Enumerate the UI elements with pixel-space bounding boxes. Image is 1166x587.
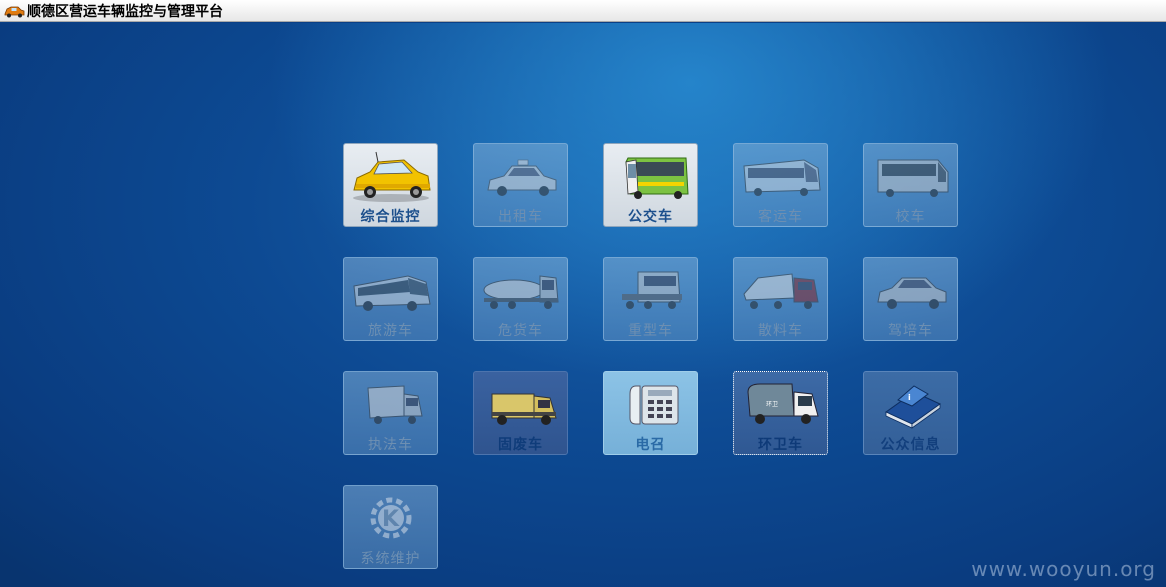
yellow-car-icon: [352, 151, 431, 202]
watermark: www.wooyun.org: [971, 557, 1156, 581]
tile-hazardous-cargo[interactable]: 危货车: [473, 257, 568, 341]
tile-system-maintenance[interactable]: K 系统维护: [343, 485, 438, 569]
school-bus-icon: [877, 159, 948, 197]
window-title: 顺德区营运车辆监控与管理平台: [27, 3, 223, 20]
tile-label: 旅游车: [368, 323, 413, 339]
tile-label: 环卫车: [758, 437, 803, 453]
tile-label: 出租车: [498, 209, 543, 225]
tile-label: 危货车: [498, 323, 543, 339]
tile-tour-bus[interactable]: 旅游车: [343, 257, 438, 341]
tile-bus[interactable]: 公交车: [603, 143, 698, 227]
tile-sanitation[interactable]: 环卫 环卫车: [733, 371, 828, 455]
tile-comprehensive-monitor[interactable]: 综合监控: [343, 143, 438, 227]
svg-text:环卫: 环卫: [766, 401, 778, 408]
sanitation-truck-icon: 环卫: [746, 383, 819, 424]
tile-label: 系统维护: [360, 551, 421, 567]
tanker-truck-icon: [483, 275, 559, 309]
tile-public-info[interactable]: i 公众信息: [863, 371, 958, 455]
tile-label: 公众信息: [880, 437, 941, 453]
tile-driver-training[interactable]: 驾培车: [863, 257, 958, 341]
tile-label: 综合监控: [360, 209, 421, 225]
telephone-icon: [629, 385, 678, 425]
tile-label: 执法车: [368, 437, 413, 453]
tile-law-enforcement[interactable]: 执法车: [343, 371, 438, 455]
tile-phone-dispatch[interactable]: 电召: [603, 371, 698, 455]
tile-heavy-truck[interactable]: 重型车: [603, 257, 698, 341]
svg-text:K: K: [382, 507, 400, 532]
coach-icon: [742, 159, 821, 196]
tile-label: 驾培车: [888, 323, 933, 339]
main-area: 综合监控 出租车 公交车 客运车 校车 旅游车 危货车 重型车 散料车 驾培车 …: [0, 23, 1166, 587]
tile-label: 客运车: [758, 209, 803, 225]
tour-bus-icon: [352, 275, 431, 311]
tile-taxi[interactable]: 出租车: [473, 143, 568, 227]
tile-label: 散料车: [758, 323, 803, 339]
gear-k-icon: K: [370, 497, 411, 539]
tile-label: 校车: [895, 209, 926, 225]
tile-label: 重型车: [628, 323, 673, 339]
tile-label: 固废车: [498, 437, 543, 453]
bus-icon: [624, 157, 689, 199]
tile-school-bus[interactable]: 校车: [863, 143, 958, 227]
tile-label: 电召: [635, 437, 666, 453]
tile-bulk-material[interactable]: 散料车: [733, 257, 828, 341]
title-bar: 顺德区营运车辆监控与管理平台: [0, 0, 1166, 22]
tile-label: 公交车: [628, 209, 673, 225]
tile-coach[interactable]: 客运车: [733, 143, 828, 227]
bulk-truck-icon: [742, 273, 819, 309]
taxi-icon: [486, 159, 556, 196]
heavy-truck-icon: [621, 271, 682, 309]
law-van-icon: [366, 385, 423, 424]
car-icon: [4, 6, 25, 17]
svg-text:i: i: [908, 393, 911, 402]
training-car-icon: [876, 277, 946, 309]
waste-truck-icon: [491, 393, 557, 425]
tile-solid-waste[interactable]: 固废车: [473, 371, 568, 455]
info-book-icon: i: [884, 385, 941, 429]
